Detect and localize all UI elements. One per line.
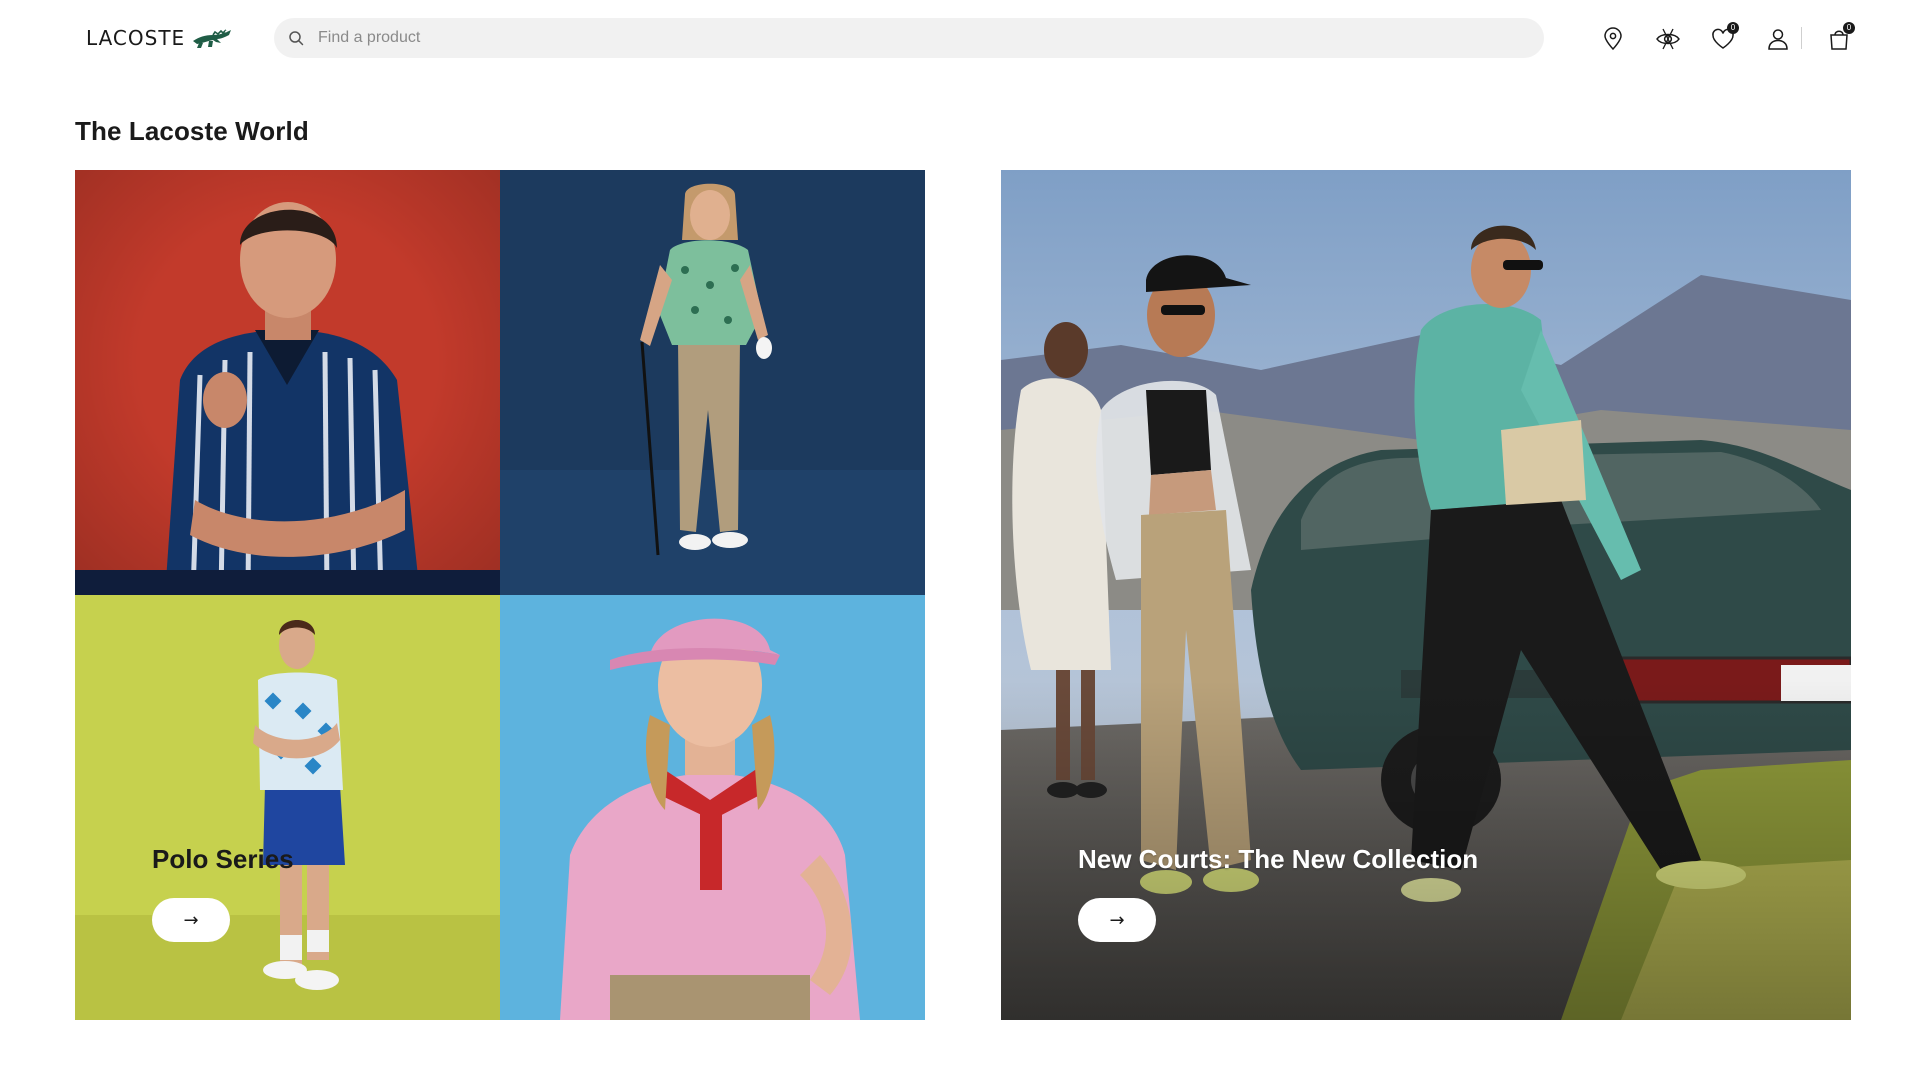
polo-series-title: Polo Series xyxy=(152,844,294,874)
wishlist-button[interactable]: 0 xyxy=(1708,22,1739,54)
bag-count-badge: 0 xyxy=(1843,22,1855,34)
search-bar[interactable] xyxy=(274,18,1544,58)
polo-image-navy xyxy=(500,170,925,595)
account-button[interactable] xyxy=(1763,24,1793,54)
search-icon xyxy=(289,31,304,46)
wishlist-count-badge: 0 xyxy=(1727,22,1739,34)
new-courts-card[interactable]: New Courts: The New Collection → xyxy=(1001,170,1851,1020)
polo-image-sky xyxy=(500,595,925,1020)
account-user-icon xyxy=(1768,29,1788,50)
vision-eye-icon xyxy=(1656,28,1680,50)
lacoste-logo[interactable]: LACOSTE xyxy=(86,24,233,52)
site-header: LACOSTE 0 xyxy=(0,0,1920,76)
polo-image-lime xyxy=(75,595,500,1020)
logo-text: LACOSTE xyxy=(86,26,186,50)
new-courts-arrow-button[interactable]: → xyxy=(1078,898,1156,942)
shopping-bag-button[interactable]: 0 xyxy=(1824,22,1855,54)
search-input[interactable] xyxy=(318,29,1418,47)
vision-button[interactable] xyxy=(1653,24,1683,54)
section-title: The Lacoste World xyxy=(75,116,309,146)
store-locator-icon xyxy=(1604,27,1622,51)
store-locator-button[interactable] xyxy=(1598,24,1628,54)
header-divider xyxy=(1801,27,1802,49)
polo-series-arrow-button[interactable]: → xyxy=(152,898,230,942)
crocodile-logo-icon xyxy=(193,29,232,48)
polo-image-red xyxy=(75,170,500,595)
new-courts-title: New Courts: The New Collection xyxy=(1078,844,1479,874)
new-courts-image xyxy=(1001,170,1851,1020)
polo-series-card[interactable]: Polo Series → xyxy=(75,170,925,1020)
